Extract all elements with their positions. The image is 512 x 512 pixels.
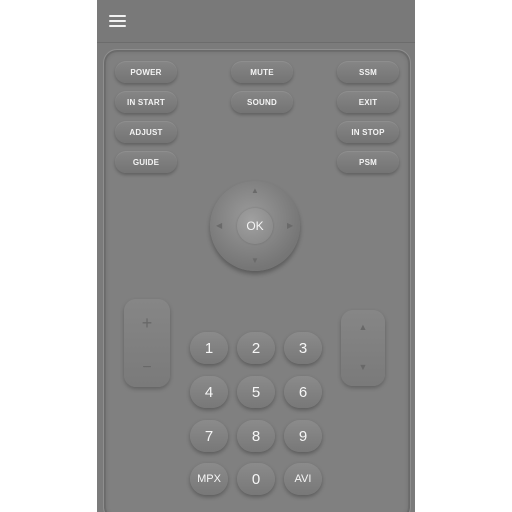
- volume-up-icon[interactable]: +: [124, 313, 170, 334]
- psm-button[interactable]: PSM: [337, 151, 399, 173]
- number-9-button[interactable]: 9: [284, 420, 322, 452]
- number-7-button[interactable]: 7: [190, 420, 228, 452]
- mute-button[interactable]: MUTE: [231, 61, 293, 83]
- dpad: ▲ ▼ ◀ ▶ OK: [210, 181, 300, 271]
- guide-button[interactable]: GUIDE: [115, 151, 177, 173]
- channel-down-icon[interactable]: ▼: [341, 362, 385, 372]
- number-6-button[interactable]: 6: [284, 376, 322, 408]
- exit-button[interactable]: EXIT: [337, 91, 399, 113]
- number-4-button[interactable]: 4: [190, 376, 228, 408]
- number-1-button[interactable]: 1: [190, 332, 228, 364]
- remote-app: POWER MUTE SSM IN START SOUND EXIT ADJUS…: [97, 0, 415, 512]
- hamburger-menu-icon[interactable]: [109, 15, 127, 29]
- power-button[interactable]: POWER: [115, 61, 177, 83]
- number-2-button[interactable]: 2: [237, 332, 275, 364]
- number-8-button[interactable]: 8: [237, 420, 275, 452]
- adjust-button[interactable]: ADJUST: [115, 121, 177, 143]
- number-3-button[interactable]: 3: [284, 332, 322, 364]
- avi-button[interactable]: AVI: [284, 463, 322, 495]
- channel-up-icon[interactable]: ▲: [341, 322, 385, 332]
- number-0-button[interactable]: 0: [237, 463, 275, 495]
- dpad-right-arrow-icon[interactable]: ▶: [287, 222, 293, 230]
- mpx-button[interactable]: MPX: [190, 463, 228, 495]
- remote-panel: POWER MUTE SSM IN START SOUND EXIT ADJUS…: [103, 49, 411, 512]
- in-start-button[interactable]: IN START: [115, 91, 177, 113]
- dpad-up-arrow-icon[interactable]: ▲: [251, 187, 259, 195]
- number-5-button[interactable]: 5: [237, 376, 275, 408]
- sound-button[interactable]: SOUND: [231, 91, 293, 113]
- ssm-button[interactable]: SSM: [337, 61, 399, 83]
- dpad-left-arrow-icon[interactable]: ◀: [216, 222, 222, 230]
- app-bar: [97, 0, 415, 43]
- volume-rocker: + −: [124, 299, 170, 387]
- volume-down-icon[interactable]: −: [124, 359, 170, 377]
- in-stop-button[interactable]: IN STOP: [337, 121, 399, 143]
- channel-rocker: ▲ ▼: [341, 310, 385, 386]
- dpad-down-arrow-icon[interactable]: ▼: [251, 257, 259, 265]
- ok-button[interactable]: OK: [237, 208, 273, 244]
